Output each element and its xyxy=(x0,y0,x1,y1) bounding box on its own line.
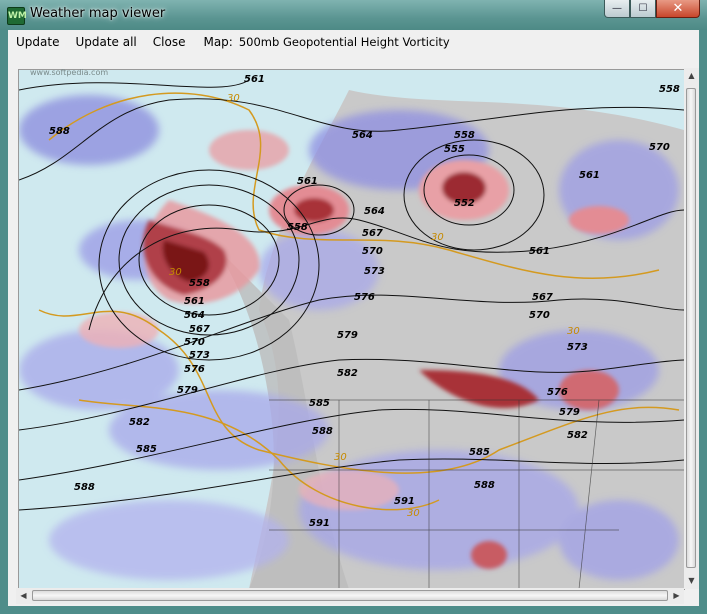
app-window: WM Weather map viewer — ☐ ✕ Update Updat… xyxy=(0,0,707,614)
contour-label: 567 xyxy=(362,228,383,239)
scroll-up-arrow-icon[interactable]: ▲ xyxy=(684,68,699,84)
maximize-button[interactable]: ☐ xyxy=(630,0,656,18)
minimize-icon: — xyxy=(612,3,622,14)
watermark: www.softpedia.com xyxy=(30,68,109,77)
contour-label: 564 xyxy=(184,310,205,321)
thickness-label: 30 xyxy=(407,508,420,519)
contour-label: 591 xyxy=(309,518,330,529)
scroll-right-arrow-icon[interactable]: ▶ xyxy=(669,588,684,604)
menu-update[interactable]: Update xyxy=(8,31,67,53)
contour-label: 588 xyxy=(74,482,95,493)
contour-label: 567 xyxy=(532,292,553,303)
menu-bar: Update Update all Close Map: 500mb Geopo… xyxy=(8,30,699,54)
client-area: Update Update all Close Map: 500mb Geopo… xyxy=(8,30,699,606)
contour-label: 567 xyxy=(189,324,210,335)
contour-label: 576 xyxy=(547,387,568,398)
horizontal-scroll-thumb[interactable] xyxy=(32,590,668,601)
horizontal-scrollbar[interactable]: ◀ ▶ xyxy=(16,588,684,604)
map-selector[interactable]: 500mb Geopotential Height Vorticity xyxy=(237,31,452,53)
menu-update-all[interactable]: Update all xyxy=(67,31,144,53)
contour-label: 585 xyxy=(309,398,330,409)
contour-label: 582 xyxy=(567,430,588,441)
contour-label: 552 xyxy=(454,198,475,209)
contour-label: 573 xyxy=(567,342,588,353)
contour-label: 558 xyxy=(659,84,680,95)
contour-label: 558 xyxy=(189,278,210,289)
scroll-left-arrow-icon[interactable]: ◀ xyxy=(16,588,31,604)
contour-label: 573 xyxy=(189,350,210,361)
contour-label: 561 xyxy=(579,170,600,181)
contour-label: 561 xyxy=(529,246,550,257)
contour-label: 588 xyxy=(474,480,495,491)
thickness-label: 30 xyxy=(227,93,240,104)
contour-label: 558 xyxy=(454,130,475,141)
contour-label: 576 xyxy=(354,292,375,303)
window-title: Weather map viewer xyxy=(30,6,166,21)
vertical-scroll-thumb[interactable] xyxy=(686,88,696,568)
contour-label: 555 xyxy=(444,144,465,155)
contour-label: 570 xyxy=(362,246,383,257)
contour-label: 582 xyxy=(337,368,358,379)
contour-label: 561 xyxy=(244,74,265,85)
contour-label: 576 xyxy=(184,364,205,375)
contour-label: 570 xyxy=(184,337,205,348)
contour-label: 570 xyxy=(529,310,550,321)
contour-label: 561 xyxy=(297,176,318,187)
contour-label: 561 xyxy=(184,296,205,307)
contour-label: 564 xyxy=(352,130,373,141)
close-icon: ✕ xyxy=(672,1,684,16)
contour-label: 588 xyxy=(312,426,333,437)
contour-label: 585 xyxy=(469,447,490,458)
maximize-icon: ☐ xyxy=(638,3,648,14)
minimize-button[interactable]: — xyxy=(604,0,630,18)
app-icon: WM xyxy=(7,7,27,25)
contour-label: 582 xyxy=(129,417,150,428)
menu-close[interactable]: Close xyxy=(145,31,194,53)
title-bar[interactable]: WM Weather map viewer — ☐ ✕ xyxy=(0,0,707,30)
vertical-scrollbar[interactable]: ▲ ▼ xyxy=(684,68,699,589)
weather-map-image: 561 558 588 564 555 558 552 561 561 564 … xyxy=(19,70,684,589)
contour-label: 588 xyxy=(49,126,70,137)
window-controls: — ☐ ✕ xyxy=(604,0,700,20)
contour-label: 579 xyxy=(559,407,580,418)
thickness-label: 30 xyxy=(334,452,347,463)
contour-label: 573 xyxy=(364,266,385,277)
map-label: Map: xyxy=(203,35,233,49)
contour-label: 564 xyxy=(364,206,385,217)
contour-label: 579 xyxy=(177,385,198,396)
scroll-down-arrow-icon[interactable]: ▼ xyxy=(684,573,699,589)
thickness-label: 30 xyxy=(567,326,580,337)
weather-map[interactable]: 561 558 588 564 555 558 552 561 561 564 … xyxy=(18,69,685,590)
contour-label: 558 xyxy=(287,222,308,233)
contour-label: 585 xyxy=(136,444,157,455)
contour-label: 591 xyxy=(394,496,415,507)
thickness-label: 30 xyxy=(169,267,182,278)
contour-label: 579 xyxy=(337,330,358,341)
close-window-button[interactable]: ✕ xyxy=(656,0,700,18)
contour-label: 570 xyxy=(649,142,670,153)
thickness-label: 30 xyxy=(431,232,444,243)
